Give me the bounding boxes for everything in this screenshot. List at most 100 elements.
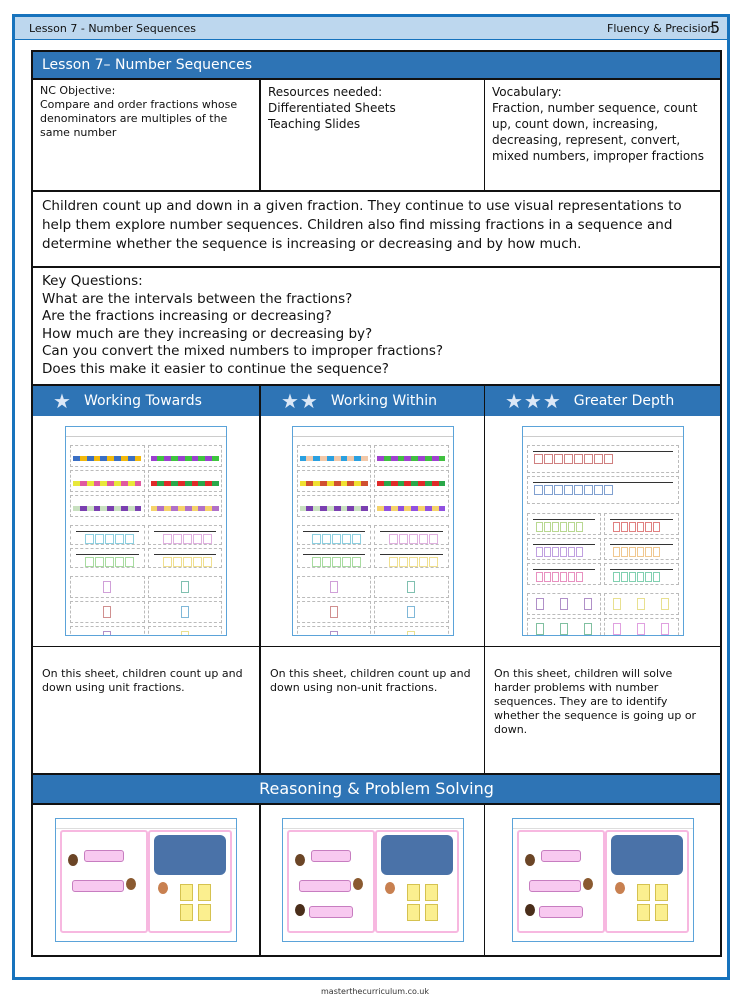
fraction-card xyxy=(654,904,668,921)
page-header: Lesson 7 - Number Sequences Fluency & Pr… xyxy=(15,17,727,40)
level-description: On this sheet, children will solve harde… xyxy=(494,667,697,736)
fraction-card xyxy=(406,884,420,901)
reasoning-cell xyxy=(485,805,720,955)
fraction-card xyxy=(424,884,438,901)
number-line xyxy=(526,538,601,560)
objective-cell: NC Objective: Compare and order fraction… xyxy=(33,80,261,190)
worksheet-thumbnail-working-towards xyxy=(65,426,227,636)
key-question: Does this make it easier to continue the… xyxy=(42,360,389,377)
descriptions-row: On this sheet, children count up and dow… xyxy=(33,647,720,775)
levels-header-row: ★ Working Towards ★★ Working Within ★★★ … xyxy=(33,386,720,416)
sequence-box xyxy=(526,618,601,635)
speech-bubble xyxy=(538,906,583,918)
speech-bubble xyxy=(298,880,351,892)
speech-bubble xyxy=(84,850,124,862)
reasoning-thumbnail-1 xyxy=(55,818,237,942)
number-line xyxy=(526,513,601,535)
bar-model xyxy=(147,445,222,467)
child-avatar xyxy=(582,878,593,890)
sequence-box xyxy=(374,576,449,598)
fraction-card xyxy=(406,904,420,921)
worksheet-cell xyxy=(485,416,720,646)
resources-cell: Resources needed: Differentiated Sheets … xyxy=(261,80,485,190)
child-avatar xyxy=(352,878,363,890)
summary-row: Children count up and down in a given fr… xyxy=(33,192,720,268)
speech-bubble xyxy=(308,906,353,918)
speech-bubble xyxy=(310,850,351,862)
sequence-box xyxy=(374,601,449,623)
sequence-box xyxy=(296,626,371,635)
level-description: On this sheet, children count up and dow… xyxy=(261,647,485,773)
worksheet-thumbnails-row xyxy=(33,416,720,647)
number-line xyxy=(147,525,222,545)
number-line xyxy=(604,563,679,585)
key-question: What are the intervals between the fract… xyxy=(42,290,353,307)
child-avatar xyxy=(158,882,168,894)
number-line xyxy=(604,538,679,560)
child-avatar xyxy=(68,854,78,866)
star-icon: ★★★ xyxy=(505,389,562,413)
reasoning-cell xyxy=(33,805,261,955)
level-header-working-within: ★★ Working Within xyxy=(261,386,485,416)
question-panel xyxy=(286,830,375,933)
number-line xyxy=(374,548,449,568)
reasoning-thumbnail-2 xyxy=(281,818,464,942)
lesson-title: Lesson 7 - Number Sequences xyxy=(29,22,196,35)
vocabulary-text: Fraction, number sequence, count up, cou… xyxy=(492,101,705,163)
question-panel xyxy=(60,830,148,933)
speech-bubble xyxy=(540,850,581,862)
level-header-greater-depth: ★★★ Greater Depth xyxy=(485,386,720,416)
bar-model xyxy=(70,445,145,467)
speech-bubble xyxy=(72,880,124,892)
fraction-card xyxy=(198,884,211,901)
bar-model xyxy=(374,470,449,492)
child-avatar xyxy=(294,854,305,866)
level-header-working-towards: ★ Working Towards xyxy=(33,386,261,416)
number-line xyxy=(296,548,371,568)
resource-item: Differentiated Sheets xyxy=(268,101,396,115)
sequence-box xyxy=(526,593,601,615)
child-avatar xyxy=(126,878,136,890)
instruction-box xyxy=(380,835,453,875)
bar-model xyxy=(296,495,371,517)
game-panel xyxy=(148,830,232,933)
level-label: Greater Depth xyxy=(573,393,675,409)
number-line xyxy=(374,525,449,545)
objective-text: Compare and order fractions whose denomi… xyxy=(40,98,238,139)
worksheet-thumbnail-working-within xyxy=(291,426,454,636)
number-line xyxy=(526,563,601,585)
vocabulary-label: Vocabulary: xyxy=(492,85,562,99)
sequence-box xyxy=(70,601,145,623)
sequence-box xyxy=(70,576,145,598)
reasoning-header: Reasoning & Problem Solving xyxy=(33,775,720,805)
instruction-box xyxy=(610,835,683,875)
child-avatar xyxy=(524,854,535,866)
sequence-box xyxy=(374,626,449,635)
sequence-box xyxy=(147,601,222,623)
objective-label: NC Objective: xyxy=(40,84,116,97)
game-panel xyxy=(374,830,459,933)
fraction-card xyxy=(180,884,193,901)
worksheet-cell xyxy=(261,416,485,646)
resources-label: Resources needed: xyxy=(268,85,383,99)
bar-model xyxy=(374,445,449,467)
key-question: Can you convert the mixed numbers to imp… xyxy=(42,343,444,359)
section-label: Fluency & Precision xyxy=(607,22,715,35)
number-line xyxy=(526,476,679,504)
bar-model xyxy=(296,445,371,467)
fraction-card xyxy=(636,884,650,901)
page-number: 5 xyxy=(710,18,721,37)
reasoning-row xyxy=(33,805,720,955)
bar-model xyxy=(147,495,222,517)
worksheet-thumbnail-greater-depth xyxy=(521,426,684,636)
number-line xyxy=(526,445,679,473)
sequence-box xyxy=(604,593,679,615)
child-avatar xyxy=(294,904,305,916)
fraction-card xyxy=(180,904,193,921)
fraction-card xyxy=(636,904,650,921)
number-line xyxy=(70,525,145,545)
level-label: Working Towards xyxy=(83,393,202,409)
level-description: On this sheet, children count up and dow… xyxy=(33,647,261,773)
bar-model xyxy=(70,495,145,517)
question-panel xyxy=(516,830,605,933)
